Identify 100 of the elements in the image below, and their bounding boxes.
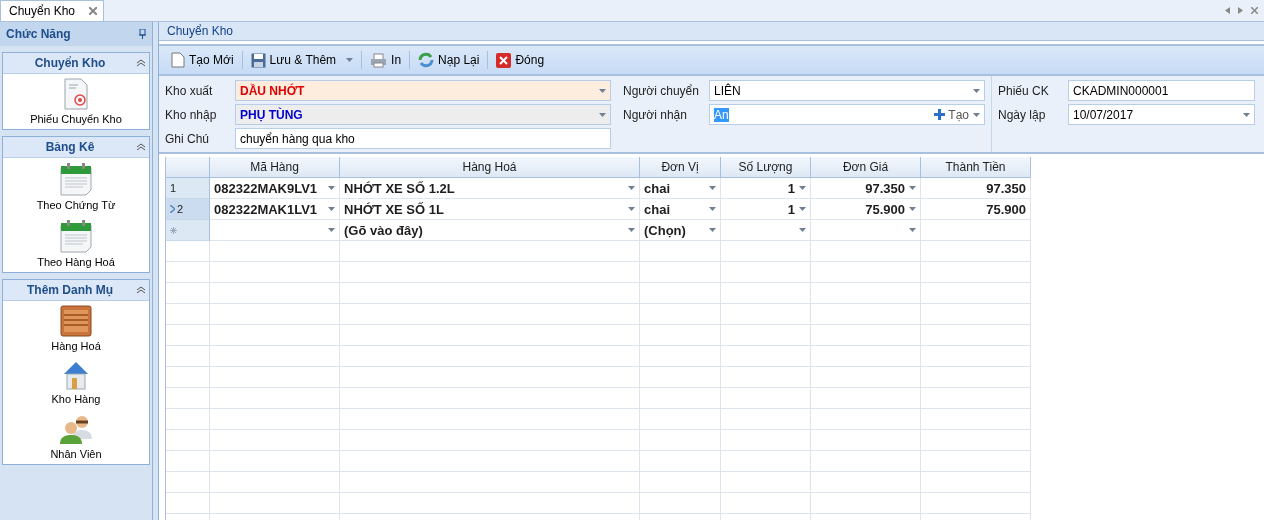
combo-box[interactable]: PHỤ TÙNG	[235, 104, 611, 125]
pin-icon[interactable]	[139, 29, 146, 39]
column-header[interactable]: Hàng Hoá	[340, 157, 640, 178]
row-header[interactable]: 2	[166, 199, 210, 220]
field-label: Kho nhập	[165, 107, 218, 122]
date-picker[interactable]: 10/07/2017	[1068, 104, 1255, 125]
input-field[interactable]: CKADMIN000001	[1068, 80, 1255, 101]
caret-icon	[709, 228, 716, 232]
close-icon[interactable]	[89, 7, 98, 15]
toolbar-button[interactable]: Đóng	[490, 48, 551, 72]
table-cell: 97.350	[921, 178, 1031, 199]
combo-box[interactable]: LIÊN	[709, 80, 985, 101]
dropdown-cell[interactable]: 1	[721, 178, 811, 199]
caret-icon	[709, 186, 716, 190]
sidebar-item[interactable]: Kho Hàng	[3, 356, 149, 409]
field-label: Ghi Chú	[165, 131, 211, 146]
column-header[interactable]: Số Lượng	[721, 157, 811, 178]
dropdown-cell[interactable]: 082322MAK9LV1	[210, 178, 340, 199]
dropdown-cell[interactable]	[811, 220, 921, 241]
toolbar-button[interactable]: Tạo Mới	[165, 48, 240, 72]
combo-box[interactable]: DẦU NHỚT	[235, 80, 611, 101]
dropdown-cell[interactable]: 1	[721, 199, 811, 220]
caret-icon	[599, 88, 606, 93]
sidebar-item[interactable]: Phiếu Chuyển Kho	[3, 74, 149, 129]
close-icon[interactable]	[1251, 7, 1258, 14]
dropdown-cell[interactable]: NHỚT XE SỐ 1L	[340, 199, 640, 220]
sidebar-item[interactable]: Theo Hàng Hoá	[3, 215, 149, 272]
collapse-icon[interactable]	[137, 59, 145, 67]
dropdown-cell[interactable]: 75.900	[811, 199, 921, 220]
caret-icon	[799, 207, 806, 211]
group-title: Thêm Danh Mụ	[26, 283, 114, 297]
caret-icon	[973, 88, 980, 93]
sidebar-item[interactable]: Hàng Hoá	[3, 301, 149, 356]
field-label: Ngày lập	[998, 107, 1047, 122]
dropdown-cell[interactable]: 082322MAK1LV1	[210, 199, 340, 220]
caret-icon	[599, 112, 606, 117]
row-number: 1	[170, 182, 177, 194]
column-header[interactable]: Đơn Giá	[811, 157, 921, 178]
crate-icon	[60, 305, 92, 337]
people-icon	[59, 413, 93, 445]
caret-icon	[799, 228, 806, 232]
dropdown-cell[interactable]	[721, 220, 811, 241]
field-label: Người nhận	[623, 107, 688, 122]
dropdown-caret-icon	[346, 58, 354, 62]
dropdown-cell[interactable]: NHỚT XE SỐ 1.2L	[340, 178, 640, 199]
collapse-icon[interactable]	[137, 143, 145, 151]
caret-icon	[709, 207, 716, 211]
caret-icon	[628, 207, 635, 211]
row-header[interactable]: 1	[166, 178, 210, 199]
current-row-icon	[170, 205, 175, 213]
sidebar-title: Chức Năng	[6, 27, 71, 41]
add-button[interactable]: Tạo	[934, 107, 969, 122]
field-label: Kho xuất	[165, 83, 214, 98]
row-number: 2	[177, 203, 184, 215]
toolbar-button[interactable]: In	[364, 48, 408, 72]
caret-icon	[328, 228, 335, 232]
caret-icon	[1243, 112, 1250, 117]
dropdown-cell[interactable]: 97.350	[811, 178, 921, 199]
scroll-right-icon[interactable]	[1238, 7, 1243, 14]
dropdown-cell[interactable]: chai	[640, 178, 721, 199]
dropdown-cell[interactable]: (Gõ vào đây)	[340, 220, 640, 241]
blank-page-icon	[171, 52, 185, 68]
dropdown-cell[interactable]	[210, 220, 340, 241]
column-header[interactable]: Đơn Vị	[640, 157, 721, 178]
calendar-icon	[59, 162, 93, 196]
refresh-icon	[418, 52, 435, 68]
close-icon	[496, 52, 512, 68]
group-title: Bảng Kê	[44, 140, 96, 154]
caret-icon	[628, 228, 635, 232]
caret-icon	[973, 112, 980, 117]
caret-icon	[909, 186, 916, 190]
sidebar-item[interactable]: Nhân Viên	[3, 409, 149, 464]
calendar-icon	[59, 219, 93, 253]
toolbar-button[interactable]: Lưu & Thêm	[244, 48, 360, 72]
dropdown-cell[interactable]: (Chọn)	[640, 220, 721, 241]
column-header[interactable]: Thành Tiền	[921, 157, 1031, 178]
combo-box[interactable]: An Tạo	[709, 104, 985, 125]
caret-icon	[328, 186, 335, 190]
document-tab[interactable]: Chuyển Kho	[0, 0, 105, 21]
dropdown-cell[interactable]: chai	[640, 199, 721, 220]
table-cell: 75.900	[921, 199, 1031, 220]
document-icon	[63, 78, 89, 110]
printer-icon	[370, 52, 388, 68]
new-row-icon	[170, 226, 177, 234]
panel-title: Chuyển Kho	[167, 24, 234, 38]
collapse-icon[interactable]	[137, 286, 145, 294]
sidebar-item[interactable]: Theo Chứng Từ	[3, 158, 149, 215]
plus-icon	[934, 109, 946, 120]
caret-icon	[628, 186, 635, 190]
field-label: Người chuyển	[623, 83, 700, 98]
caret-icon	[328, 207, 335, 211]
group-title: Chuyển Kho	[33, 56, 107, 70]
input-field[interactable]: chuyển hàng qua kho	[235, 128, 611, 149]
caret-icon	[909, 207, 916, 211]
caret-icon	[799, 186, 806, 190]
scroll-left-icon[interactable]	[1225, 7, 1230, 14]
caret-icon	[909, 228, 916, 232]
column-header[interactable]: Mã Hàng	[210, 157, 340, 178]
row-header[interactable]	[166, 220, 210, 241]
toolbar-button[interactable]: Nạp Lại	[412, 48, 486, 72]
